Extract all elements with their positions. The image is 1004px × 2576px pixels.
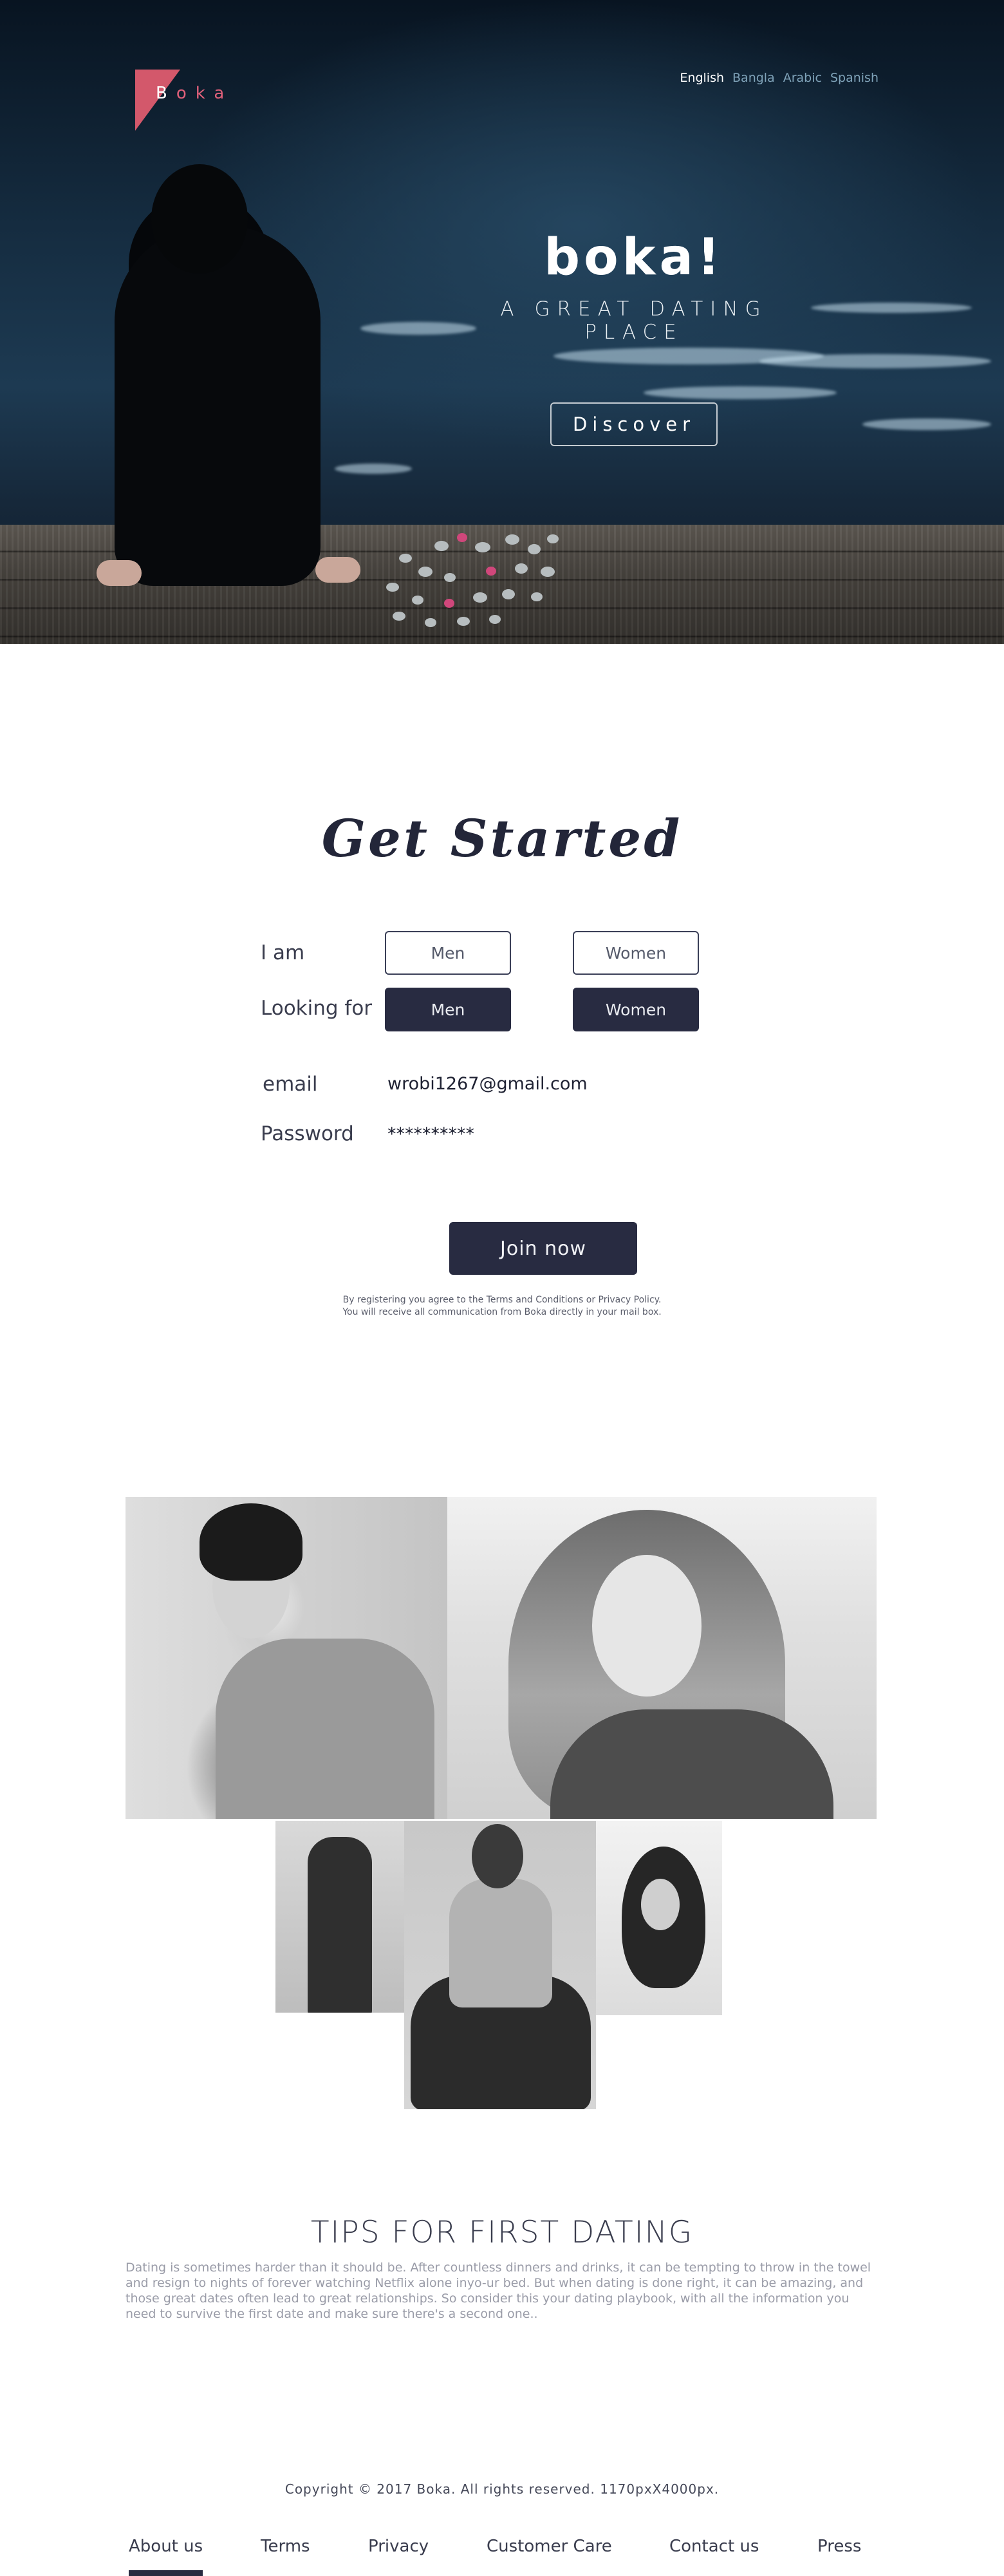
footer-link-about-us[interactable]: About us: [129, 2537, 203, 2556]
lang-english[interactable]: English: [680, 71, 724, 85]
profile-photo-man-sitting[interactable]: [275, 1821, 404, 2013]
footer-link-customer-care[interactable]: Customer Care: [487, 2537, 612, 2556]
looking-for-men-button[interactable]: Men: [385, 988, 511, 1031]
footer-link-contact-us[interactable]: Contact us: [669, 2537, 759, 2556]
language-switcher: English Bangla Arabic Spanish: [680, 71, 879, 85]
i-am-women-button[interactable]: Women: [573, 931, 699, 975]
get-started-title: Get Started: [321, 808, 683, 869]
tips-title: TIPS FOR FIRST DATING: [310, 2215, 694, 2250]
water-ripple: [811, 303, 972, 313]
email-label: email: [263, 1073, 318, 1096]
hero-section: Boka English Bangla Arabic Spanish boka!…: [0, 0, 1004, 644]
looking-for-women-button[interactable]: Women: [573, 988, 699, 1031]
terms-notice: By registering you agree to the Terms an…: [342, 1295, 662, 1317]
profile-photo-woman-dark-hair[interactable]: [596, 1821, 722, 2015]
lang-spanish[interactable]: Spanish: [830, 71, 879, 85]
water-ripple: [759, 354, 991, 368]
hero-subtitle: A GREAT DATING PLACE: [500, 297, 768, 344]
copyright: Copyright © 2017 Boka. All rights reserv…: [284, 2481, 720, 2497]
join-now-button[interactable]: Join now: [449, 1222, 637, 1275]
water-ripple: [862, 418, 991, 430]
looking-for-label: Looking for: [261, 997, 373, 1020]
footer-nav: About us Terms Privacy Customer Care Con…: [129, 2537, 875, 2576]
discover-button[interactable]: Discover: [550, 402, 718, 446]
profile-photo-man-shirtless[interactable]: [404, 1821, 596, 2109]
footer-link-press[interactable]: Press: [817, 2537, 861, 2556]
lang-bangla[interactable]: Bangla: [732, 71, 775, 85]
profile-photo-man[interactable]: [126, 1497, 447, 1819]
footer-link-terms[interactable]: Terms: [261, 2537, 310, 2556]
profile-photo-woman[interactable]: [447, 1497, 877, 1819]
lang-arabic[interactable]: Arabic: [783, 71, 822, 85]
boka-logo[interactable]: Boka: [135, 70, 302, 134]
water-ripple: [335, 464, 412, 474]
hand: [97, 560, 142, 586]
i-am-label: I am: [261, 941, 305, 964]
i-am-men-button[interactable]: Men: [385, 931, 511, 975]
tips-body: Dating is sometimes harder than it shoul…: [126, 2261, 871, 2321]
active-nav-indicator: [129, 2570, 203, 2576]
password-label: Password: [261, 1122, 354, 1145]
hand: [315, 557, 360, 583]
water-ripple: [644, 386, 837, 399]
password-field[interactable]: **********: [387, 1124, 474, 1144]
email-field[interactable]: wrobi1267@gmail.com: [387, 1074, 588, 1094]
hero-title: boka!: [544, 229, 724, 287]
footer-link-privacy[interactable]: Privacy: [368, 2537, 429, 2556]
